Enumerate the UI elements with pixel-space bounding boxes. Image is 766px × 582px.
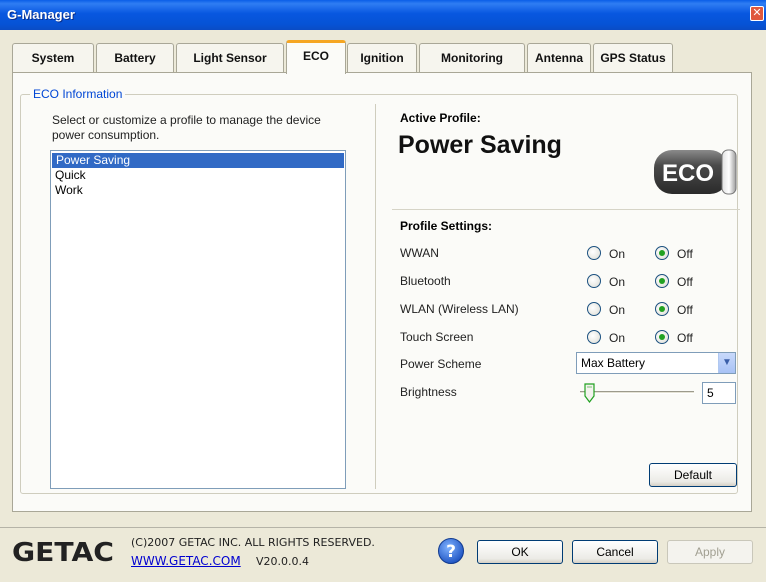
- touch-screen-label: Touch Screen: [400, 330, 474, 344]
- window-title: G-Manager: [7, 7, 75, 22]
- tab-eco[interactable]: ECO: [286, 40, 346, 74]
- wwan-off-radio[interactable]: [655, 246, 669, 260]
- tab-antenna[interactable]: Antenna: [527, 43, 591, 73]
- website-link[interactable]: WWW.GETAC.COM: [131, 554, 241, 568]
- logo-text: GETAC: [12, 539, 114, 563]
- wlan-off-radio[interactable]: [655, 302, 669, 316]
- wlan-off-label: Off: [677, 303, 693, 317]
- wlan-on-radio[interactable]: [587, 302, 601, 316]
- help-icon[interactable]: ?: [437, 537, 465, 565]
- profile-item-quick[interactable]: Quick: [51, 168, 345, 183]
- profile-divider: [392, 209, 740, 210]
- brightness-label: Brightness: [400, 385, 457, 399]
- bluetooth-on-radio[interactable]: [587, 274, 601, 288]
- group-title: ECO Information: [30, 87, 126, 101]
- tab-gps-status[interactable]: GPS Status: [593, 43, 673, 73]
- touch-screen-on-label: On: [609, 331, 626, 345]
- getac-logo: GETAC: [12, 539, 114, 563]
- close-button[interactable]: ✕: [750, 6, 764, 21]
- apply-button[interactable]: Apply: [667, 540, 753, 564]
- tab-ignition[interactable]: Ignition: [347, 43, 417, 73]
- power-scheme-label: Power Scheme: [400, 357, 482, 371]
- tab-monitoring[interactable]: Monitoring: [419, 43, 525, 73]
- profile-item-work[interactable]: Work: [51, 183, 345, 198]
- bluetooth-label: Bluetooth: [400, 274, 451, 288]
- power-scheme-value: Max Battery: [581, 356, 646, 370]
- wwan-off-label: Off: [677, 247, 693, 261]
- brightness-value[interactable]: 5: [702, 382, 736, 404]
- active-profile-label: Active Profile:: [400, 111, 481, 125]
- power-scheme-select[interactable]: Max Battery ▼: [576, 352, 736, 374]
- svg-text:?: ?: [446, 542, 456, 562]
- vertical-divider: [375, 104, 376, 489]
- wlan-on-label: On: [609, 303, 626, 317]
- profile-settings-label: Profile Settings:: [400, 219, 493, 233]
- profile-description: Select or customize a profile to manage …: [52, 113, 321, 142]
- touch-screen-off-label: Off: [677, 331, 693, 345]
- wwan-label: WWAN: [400, 246, 439, 260]
- footer-divider: [0, 527, 766, 528]
- wwan-on-label: On: [609, 247, 626, 261]
- version-text: V20.0.0.4: [256, 555, 310, 568]
- chevron-down-icon[interactable]: ▼: [718, 353, 735, 373]
- eco-badge-text: ECO: [662, 160, 714, 187]
- eco-badge-icon: ECO: [654, 149, 737, 195]
- bluetooth-off-radio[interactable]: [655, 274, 669, 288]
- wwan-on-radio[interactable]: [587, 246, 601, 260]
- close-icon: ✕: [752, 7, 762, 19]
- profile-list[interactable]: Power Saving Quick Work: [50, 150, 346, 489]
- brightness-slider-track[interactable]: [580, 391, 694, 394]
- tab-system[interactable]: System: [12, 43, 94, 73]
- cancel-button[interactable]: Cancel: [572, 540, 658, 564]
- bluetooth-off-label: Off: [677, 275, 693, 289]
- tab-battery[interactable]: Battery: [96, 43, 174, 73]
- active-profile-name: Power Saving: [398, 131, 562, 159]
- touch-screen-on-radio[interactable]: [587, 330, 601, 344]
- profile-item-power-saving[interactable]: Power Saving: [52, 153, 344, 168]
- tab-light-sensor[interactable]: Light Sensor: [176, 43, 284, 73]
- touch-screen-off-radio[interactable]: [655, 330, 669, 344]
- brightness-slider-thumb[interactable]: [584, 383, 595, 403]
- bluetooth-on-label: On: [609, 275, 626, 289]
- title-bar[interactable]: G-Manager ✕: [0, 0, 766, 30]
- ok-button[interactable]: OK: [477, 540, 563, 564]
- copyright-text: (C)2007 GETAC INC. ALL RIGHTS RESERVED.: [131, 536, 375, 549]
- wlan-label: WLAN (Wireless LAN): [400, 302, 519, 316]
- default-button[interactable]: Default: [649, 463, 737, 487]
